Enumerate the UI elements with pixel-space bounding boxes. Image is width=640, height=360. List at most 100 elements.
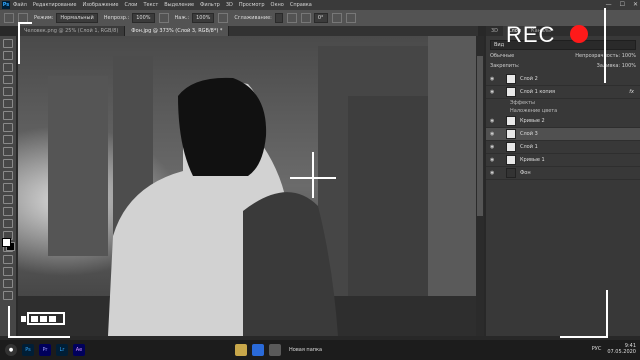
layer-row[interactable]: ◉ Слой 1 — [486, 141, 640, 154]
layer-thumbnail — [506, 142, 516, 152]
gradient-tool-icon[interactable] — [3, 195, 13, 204]
photoshop-task-icon[interactable] — [269, 344, 281, 356]
menu-3d[interactable]: 3D — [226, 2, 233, 8]
eye-icon[interactable]: ◉ — [490, 170, 498, 176]
window-controls: — ☐ ✕ — [606, 1, 638, 8]
mode-select[interactable]: Нормальный — [56, 13, 98, 23]
eye-icon[interactable]: ◉ — [490, 76, 498, 82]
smoothing-field[interactable] — [274, 13, 283, 23]
foreground-color-swatch[interactable] — [2, 238, 11, 247]
layer-row[interactable]: ◉ Фон — [486, 167, 640, 180]
photoshop-icon[interactable]: Ps — [22, 344, 34, 356]
brush-settings-icon[interactable] — [18, 13, 28, 23]
fill-label: Заливка: — [596, 63, 621, 69]
minimize-icon[interactable]: — — [606, 1, 612, 8]
blur-tool-icon[interactable] — [3, 207, 13, 216]
menu-file[interactable]: Файл — [13, 2, 27, 8]
menu-layers[interactable]: Слои — [124, 2, 137, 8]
artboard-tool-icon[interactable] — [3, 51, 13, 60]
layer-row[interactable]: ◉ Слой 3 — [486, 128, 640, 141]
fx-icon[interactable]: fx — [629, 89, 634, 95]
path-select-tool-icon[interactable] — [3, 255, 13, 264]
mode-label: Режим: — [34, 15, 54, 21]
frame-tool-icon[interactable] — [3, 111, 13, 120]
hand-tool-icon[interactable] — [3, 279, 13, 288]
shape-tool-icon[interactable] — [3, 267, 13, 276]
start-icon[interactable]: ● — [5, 344, 17, 356]
smoothing-label: Сглаживание: — [234, 15, 272, 21]
menu-window[interactable]: Окно — [271, 2, 284, 8]
menu-filter[interactable]: Фильтр — [200, 2, 220, 8]
tab-3d[interactable]: 3D — [486, 26, 503, 36]
blend-mode-select[interactable]: Обычные — [490, 52, 514, 60]
zoom-tool-icon[interactable] — [3, 291, 13, 300]
menu-type[interactable]: Текст — [143, 2, 158, 8]
pressure-field[interactable]: 100% — [192, 13, 215, 23]
marquee-tool-icon[interactable] — [3, 63, 13, 72]
eye-icon[interactable]: ◉ — [490, 157, 498, 163]
pressure-size-icon[interactable] — [331, 13, 342, 23]
fill-field[interactable]: 100% — [622, 63, 636, 69]
pressure-opacity-icon[interactable] — [158, 13, 169, 23]
layer-row[interactable]: ◉ Слой 1 копия fx — [486, 86, 640, 99]
layer-row[interactable]: ◉ Кривые 2 — [486, 115, 640, 128]
scrollbar-thumb[interactable] — [477, 56, 483, 216]
layer-name: Слой 3 — [520, 131, 538, 137]
language-indicator[interactable]: РУС — [592, 346, 602, 352]
layer-row[interactable]: ◉ Кривые 1 — [486, 154, 640, 167]
eyedropper-tool-icon[interactable] — [3, 123, 13, 132]
clock[interactable]: 9:41 07.05.2020 — [607, 343, 636, 355]
opacity-field[interactable]: 100% — [132, 13, 155, 23]
move-tool-icon[interactable] — [3, 39, 13, 48]
menu-help[interactable]: Справка — [290, 2, 312, 8]
layer-filter-select[interactable]: Вид — [490, 40, 636, 50]
eye-icon[interactable]: ◉ — [490, 89, 498, 95]
menu-edit[interactable]: Редактирование — [33, 2, 77, 8]
brush-tool-icon[interactable] — [3, 147, 13, 156]
canvas-scrollbar[interactable] — [476, 36, 484, 336]
document-tabs: Человек.png @ 25% (Слой 1, RGB/8) Фон.jp… — [18, 26, 478, 36]
explorer-icon[interactable] — [235, 344, 247, 356]
layer-name: Фон — [520, 170, 531, 176]
quick-select-tool-icon[interactable] — [3, 87, 13, 96]
folder-task-label[interactable]: Новая папка — [289, 347, 322, 353]
menu-view[interactable]: Просмотр — [239, 2, 265, 8]
tab-fon[interactable]: Фон.jpg @ 373% (Слой 3, RGB/8*) * — [125, 26, 230, 36]
lightroom-icon[interactable]: Lr — [56, 344, 68, 356]
effects-row[interactable]: Эффекты — [486, 99, 640, 107]
menu-image[interactable]: Изображение — [82, 2, 118, 8]
airbrush-icon[interactable] — [218, 13, 229, 23]
browser-icon[interactable] — [252, 344, 264, 356]
layer-row[interactable]: ◉ Слой 2 — [486, 73, 640, 86]
symmetry-icon[interactable] — [345, 13, 356, 23]
history-brush-tool-icon[interactable] — [3, 171, 13, 180]
eye-icon[interactable]: ◉ — [490, 131, 498, 137]
menu-select[interactable]: Выделение — [164, 2, 194, 8]
tab-chelovek[interactable]: Человек.png @ 25% (Слой 1, RGB/8) — [18, 26, 126, 36]
close-icon[interactable]: ✕ — [633, 1, 638, 8]
layer-name: Кривые 2 — [520, 118, 545, 124]
after-effects-icon[interactable]: Ae — [73, 344, 85, 356]
dodge-tool-icon[interactable] — [3, 219, 13, 228]
premiere-icon[interactable]: Pr — [39, 344, 51, 356]
lasso-tool-icon[interactable] — [3, 75, 13, 84]
eye-icon[interactable]: ◉ — [490, 118, 498, 124]
eraser-tool-icon[interactable] — [3, 183, 13, 192]
layer-thumbnail — [506, 74, 516, 84]
brush-preset-icon[interactable] — [4, 13, 14, 23]
maximize-icon[interactable]: ☐ — [620, 1, 625, 8]
healing-brush-tool-icon[interactable] — [3, 135, 13, 144]
smoothing-settings-icon[interactable] — [286, 13, 297, 23]
angle-field[interactable]: 0° — [313, 13, 328, 23]
tab-channels[interactable]: Каналы — [526, 26, 556, 36]
clock-date: 07.05.2020 — [607, 349, 636, 355]
layer-opacity-field[interactable]: 100% — [622, 53, 636, 59]
document-canvas[interactable] — [18, 36, 476, 336]
blend-row: Обычные Непрозрачность: 100% — [490, 52, 636, 60]
opacity-label: Непрозрачность: — [575, 53, 621, 59]
crop-tool-icon[interactable] — [3, 99, 13, 108]
eye-icon[interactable]: ◉ — [490, 144, 498, 150]
stamp-tool-icon[interactable] — [3, 159, 13, 168]
tab-layers[interactable]: Слои — [503, 26, 527, 36]
effect-item[interactable]: Наложение цвета — [486, 107, 640, 115]
